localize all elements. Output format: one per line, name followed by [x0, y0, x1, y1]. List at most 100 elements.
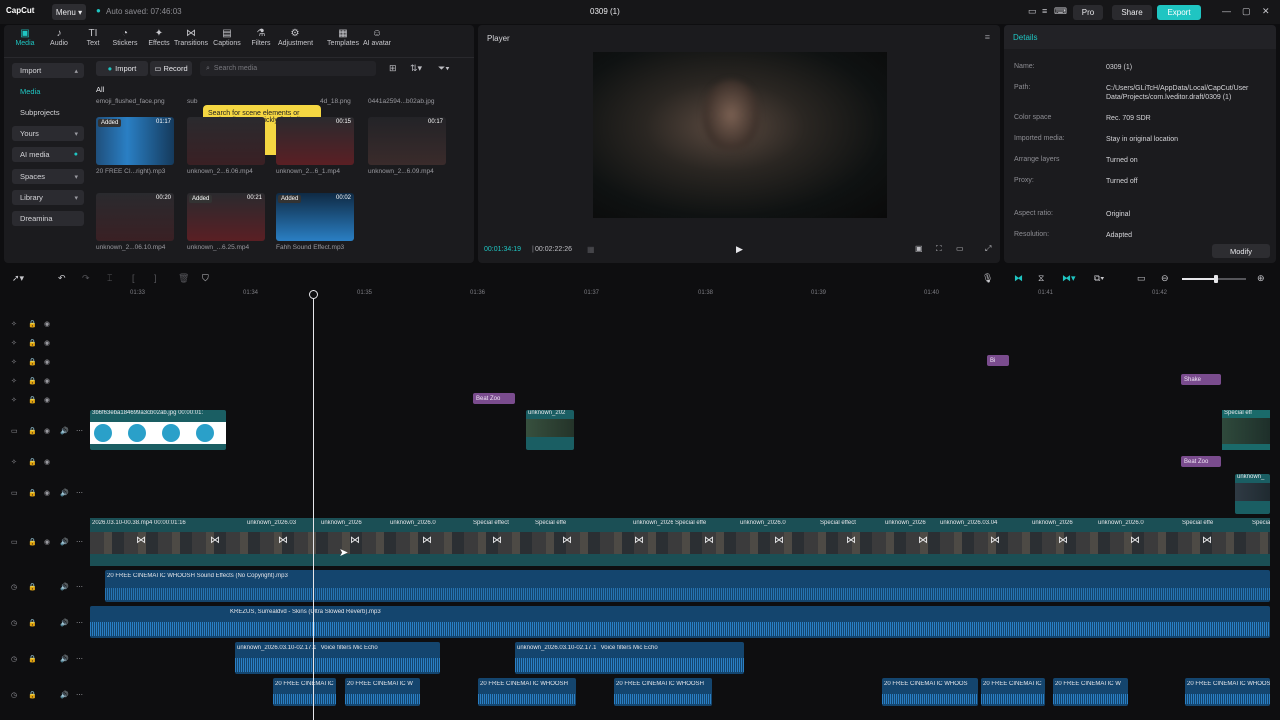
- transition-icon[interactable]: ⋈: [1202, 535, 1212, 546]
- effect-clip[interactable]: Beat Zoo: [1181, 456, 1221, 467]
- play-icon[interactable]: ▶: [736, 244, 743, 255]
- playhead-handle[interactable]: [309, 290, 318, 299]
- eye-icon[interactable]: ◉: [44, 427, 50, 435]
- lock-icon[interactable]: 🔒: [28, 538, 37, 546]
- preview-axis-icon[interactable]: ⧉▾: [1094, 273, 1104, 284]
- audio-clip[interactable]: 20 FREE CINEMATIC WHOOSH: [614, 678, 712, 706]
- transition-icon[interactable]: ⋈: [492, 535, 502, 546]
- eye-icon[interactable]: ◉: [44, 320, 50, 328]
- transition-icon[interactable]: ⋈: [210, 535, 220, 546]
- sidebar-item-ai-media[interactable]: AI media ●: [12, 147, 84, 162]
- split-right-icon[interactable]: ]: [154, 273, 157, 283]
- media-thumbnail[interactable]: 00:17: [368, 117, 446, 165]
- video-clip[interactable]: unknown_: [1235, 474, 1270, 514]
- media-thumbnail[interactable]: 00:20: [96, 193, 174, 241]
- audio-clip[interactable]: 20 FREE CINEMATIC W: [345, 678, 420, 706]
- transition-icon[interactable]: ⋈: [1130, 535, 1140, 546]
- main-video-track[interactable]: 2026.03.10-00.38.mp4 00:00:01:16 unknown_…: [90, 518, 1270, 566]
- fullscreen-icon[interactable]: ⤢: [985, 244, 991, 254]
- close-icon[interactable]: ✕: [1262, 6, 1270, 17]
- lock-icon[interactable]: 🔒: [28, 427, 37, 435]
- zoom-out-icon[interactable]: ⊖: [1161, 273, 1169, 284]
- zoom-in-icon[interactable]: ⊕: [1257, 273, 1265, 284]
- audio-clip[interactable]: 20 FREE CINEMATIC: [981, 678, 1045, 706]
- speaker-icon[interactable]: 🔊: [60, 427, 69, 435]
- sidebar-item-yours[interactable]: Yours ▾: [12, 126, 84, 141]
- sort-icon[interactable]: ⇅▾: [410, 63, 422, 74]
- toolbar-captions[interactable]: ▤ Captions: [210, 28, 244, 47]
- transition-icon[interactable]: ⋈: [562, 535, 572, 546]
- media-thumbnail[interactable]: Added 00:02: [276, 193, 354, 241]
- link-main-icon[interactable]: ⧓: [1014, 273, 1023, 284]
- media-thumbnail[interactable]: Added 00:21: [187, 193, 265, 241]
- video-clip[interactable]: unknown_202: [526, 410, 574, 450]
- sidebar-item-library[interactable]: Library ▾: [12, 190, 84, 205]
- eye-icon[interactable]: ◉: [44, 458, 50, 466]
- speaker-icon[interactable]: 🔊: [60, 655, 69, 663]
- shortcuts-icon[interactable]: ≡: [1042, 6, 1047, 16]
- timecode-grid-icon[interactable]: ▦: [587, 245, 595, 254]
- eye-icon[interactable]: ◉: [44, 377, 50, 385]
- undo-icon[interactable]: ↶: [58, 273, 66, 284]
- transition-icon[interactable]: ⋈: [350, 535, 360, 546]
- lock-icon[interactable]: 🔒: [28, 655, 37, 663]
- sidebar-item-dreamina[interactable]: Dreamina: [12, 211, 84, 226]
- transition-icon[interactable]: ⋈: [136, 535, 146, 546]
- more-icon[interactable]: ⋯: [76, 583, 83, 591]
- maximize-icon[interactable]: ▢: [1242, 6, 1251, 17]
- audio-clip[interactable]: unknown_2026.03.10-02.17.1 Voice filters…: [235, 642, 440, 674]
- eye-icon[interactable]: ◉: [44, 489, 50, 497]
- effect-clip[interactable]: Bi: [987, 355, 1009, 366]
- minimize-icon[interactable]: —: [1222, 6, 1231, 16]
- transition-icon[interactable]: ⋈: [704, 535, 714, 546]
- toolbar-audio[interactable]: ♪ Audio: [42, 28, 76, 47]
- ratio-icon[interactable]: ▭: [956, 244, 964, 253]
- eye-icon[interactable]: ◉: [44, 538, 50, 546]
- view-grid-icon[interactable]: ⊞: [389, 63, 397, 74]
- transition-icon[interactable]: ⋈: [918, 535, 928, 546]
- microphone-icon[interactable]: 🎙: [982, 273, 993, 284]
- import-button[interactable]: ● Import: [96, 61, 148, 76]
- transition-icon[interactable]: ⋈: [990, 535, 1000, 546]
- split-icon[interactable]: ⌶: [107, 273, 112, 284]
- audio-clip[interactable]: 20 FREE CINEMATIC WHOOS: [882, 678, 978, 706]
- more-icon[interactable]: ⋯: [76, 489, 83, 497]
- audio-clip[interactable]: KREZUS, Surrealdvd - Skins (Ultra Slowed…: [90, 606, 1270, 638]
- toolbar-transitions[interactable]: ⋈ Transitions: [174, 28, 208, 47]
- audio-clip[interactable]: 20 FREE CINEMATIC WHOOSH Sound Effects (…: [105, 570, 1270, 602]
- speaker-icon[interactable]: 🔊: [60, 489, 69, 497]
- zoom-slider-handle[interactable]: [1214, 275, 1218, 283]
- split-left-icon[interactable]: [: [132, 273, 135, 283]
- image-clip[interactable]: 3b6f63eba184699a3cb02ab.jpg 00:00:01:: [90, 410, 226, 450]
- transition-icon[interactable]: ⋈: [774, 535, 784, 546]
- more-icon[interactable]: ⋯: [76, 691, 83, 699]
- lock-icon[interactable]: 🔒: [28, 339, 37, 347]
- video-preview[interactable]: [593, 52, 887, 218]
- lock-icon[interactable]: 🔒: [28, 458, 37, 466]
- eye-icon[interactable]: ◉: [44, 358, 50, 366]
- screen-icon[interactable]: ▭: [1137, 273, 1146, 284]
- layout-icon[interactable]: ▭: [1028, 6, 1037, 17]
- sidebar-item-media[interactable]: Media: [12, 84, 84, 99]
- export-button[interactable]: Export: [1157, 5, 1201, 20]
- more-icon[interactable]: ⋯: [76, 619, 83, 627]
- time-ruler[interactable]: 01:33 01:34 01:35 01:36 01:37 01:38 01:39 01:40…: [90, 290, 1280, 302]
- toolbar-effects[interactable]: ✦ Effects: [142, 28, 176, 47]
- more-icon[interactable]: ⋯: [76, 655, 83, 663]
- transition-icon[interactable]: ⋈: [1058, 535, 1068, 546]
- eye-icon[interactable]: ◉: [44, 339, 50, 347]
- quality-icon[interactable]: ▣: [915, 244, 923, 253]
- audio-clip[interactable]: 20 FREE CINEMATIC: [273, 678, 336, 706]
- lock-icon[interactable]: 🔒: [28, 320, 37, 328]
- search-input[interactable]: ⌕ Search media: [200, 61, 376, 76]
- lock-icon[interactable]: 🔒: [28, 619, 37, 627]
- more-icon[interactable]: ⋯: [76, 538, 83, 546]
- filter-all[interactable]: All: [96, 85, 104, 94]
- transition-icon[interactable]: ⋈: [422, 535, 432, 546]
- transition-icon[interactable]: ⋈: [634, 535, 644, 546]
- player-menu-icon[interactable]: ≡: [985, 32, 990, 42]
- zoom-slider[interactable]: [1182, 275, 1246, 283]
- media-thumbnail[interactable]: 00:15: [276, 117, 354, 165]
- menu-button[interactable]: Menu ▾: [52, 4, 86, 20]
- lock-icon[interactable]: 🔒: [28, 691, 37, 699]
